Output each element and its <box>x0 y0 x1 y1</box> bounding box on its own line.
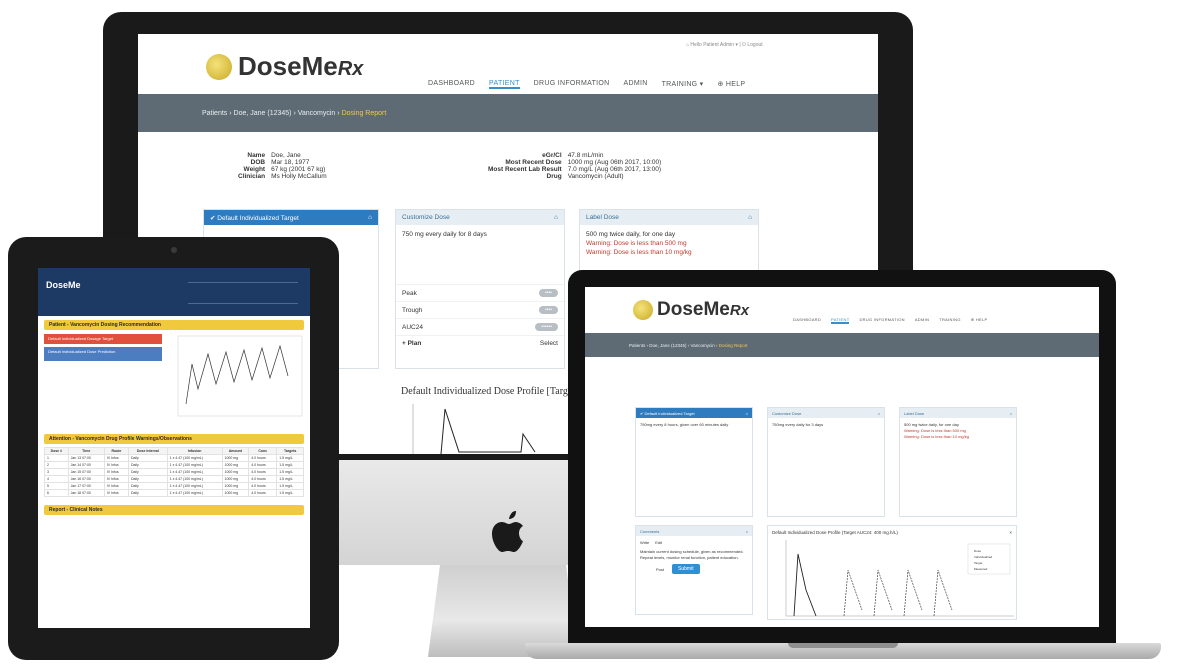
desktop-app-header: DoseMeRx ⌂ Hello Patient Admin ▾ | ⏻ Log… <box>138 34 878 94</box>
egfr-value: 47.8 mL/min <box>567 152 604 159</box>
profile-title: Default Individualized Dose Profile (Tar… <box>772 530 898 535</box>
trough-row: Trough •••• <box>396 301 564 318</box>
plan-button[interactable]: + Plan <box>402 340 421 347</box>
breadcrumb[interactable]: Patients › Doe, Jane (12345) › Vancomyci… <box>202 110 386 117</box>
laptop-opening-notch <box>788 643 898 648</box>
edit-pill[interactable]: •••••• <box>535 323 558 331</box>
laptop-app-header: DoseMeRx DASHBOARD PATIENT DRUG INFORMAT… <box>585 287 1099 333</box>
apple-logo-icon <box>492 511 523 552</box>
home-icon[interactable]: ⌂ <box>554 214 558 221</box>
table-row[interactable]: 5 Jan 17 07:00 IV Infus Daily 1 x 4.47 (100 … <box>44 482 304 490</box>
warning-text: Warning: Dose is less than 10 mg/kg <box>904 434 969 439</box>
device-mockup-scene: DoseMeRx ⌂ Hello Patient Admin ▾ | ⏻ Log… <box>0 0 1187 670</box>
tablet-patient-meta <box>188 282 298 304</box>
laptop-screen: DoseMeRx DASHBOARD PATIENT DRUG INFORMAT… <box>585 287 1099 627</box>
select-button[interactable]: Select <box>540 340 558 347</box>
laptop-customize-card: Customize Dose ⌂ 750mg every daily for 3 … <box>767 407 885 517</box>
nav-help[interactable]: ⊕ HELP <box>717 80 745 89</box>
close-icon[interactable]: × <box>1009 530 1012 535</box>
patient-summary-left: Name DOB Weight Clinician Doe, Jane Mar … <box>238 152 327 180</box>
user-menu[interactable]: ⌂ Hello Patient Admin ▾ | ⏻ Logout <box>686 42 763 48</box>
comment-tab-write[interactable]: Write <box>640 540 649 545</box>
dosemerx-logo[interactable]: DoseMeRx <box>633 299 749 321</box>
section-header: Attention - Vancomycin Drug Profile Warn… <box>44 434 304 444</box>
drug-value: Vancomycin (Adult) <box>567 173 624 180</box>
close-icon[interactable]: × <box>746 529 748 534</box>
chart-legend: Dose Individualized Target Measured <box>974 549 993 571</box>
submit-button[interactable]: Submit <box>672 564 700 574</box>
home-icon[interactable]: ⌂ <box>1010 411 1012 416</box>
nav-dashboard[interactable]: DASHBOARD <box>793 317 821 324</box>
tablet-screen: DoseMe Patient - Vancomycin Dosing Recom… <box>38 268 310 628</box>
nav-patient[interactable]: PATIENT <box>831 317 850 324</box>
laptop-main-nav: DASHBOARD PATIENT DRUG INFORMATION ADMIN… <box>793 317 987 324</box>
breadcrumb[interactable]: Patients › Doe, Jane (12345) › Vancomyci… <box>629 343 748 348</box>
nav-help[interactable]: ⊕ HELP <box>971 317 988 324</box>
recent-dose-value: 1000 mg (Aug 06th 2017, 10:00) <box>567 159 662 166</box>
warning-text: Warning: Dose is less than 10 mg/kg <box>586 249 692 256</box>
warning-text: Warning: Dose is less than 500 mg <box>586 240 687 247</box>
laptop-device: DoseMeRx DASHBOARD PATIENT DRUG INFORMAT… <box>568 270 1116 645</box>
red-banner: Default Individualized Dosage Target <box>44 334 162 344</box>
home-icon[interactable]: ⌂ <box>368 214 372 221</box>
laptop-target-card: ✔ Default Individualized Target ⌂ 750mg e… <box>635 407 753 517</box>
table-row[interactable]: 1 Jan 13 07:00 IV Infus Daily 1 x 4.47 (100 … <box>44 454 304 462</box>
auc-row: AUC24 •••••• <box>396 318 564 335</box>
tablet-chart <box>177 335 303 417</box>
table-row[interactable]: 2 Jan 14 07:00 IV Infus Daily 1 x 4.47 (100 … <box>44 461 304 469</box>
edit-pill[interactable]: •••• <box>538 306 558 314</box>
nav-drug-information[interactable]: DRUG INFORMATION <box>859 317 904 324</box>
recent-lab-value: 7.0 mg/L (Aug 06th 2017, 13:00) <box>567 166 662 173</box>
home-icon[interactable]: ⌂ <box>748 214 752 221</box>
patient-name: Doe, Jane <box>271 152 301 159</box>
desktop-main-nav: DASHBOARD PATIENT DRUG INFORMATION ADMIN… <box>428 80 745 89</box>
table-row[interactable]: 6 Jan 18 07:00 IV Infus Daily 1 x 4.47 (100 … <box>44 489 304 497</box>
comments-card: Comments × Write Edit Maintain current do… <box>635 525 753 615</box>
edit-pill[interactable]: •••• <box>538 289 558 297</box>
camera-icon <box>171 247 177 253</box>
comment-textarea[interactable]: Maintain current dosing schedule, given … <box>636 549 752 560</box>
tablet-header: DoseMe <box>38 268 310 316</box>
nav-patient[interactable]: PATIENT <box>489 80 520 89</box>
patient-weight: 67 kg (2001 67 kg) <box>271 166 326 173</box>
blue-banner: Default Individualized Dose Prediction <box>44 347 162 361</box>
logo-mark-icon <box>206 53 232 80</box>
tablet-logo: DoseMe <box>46 280 81 290</box>
patient-summary-right: eGr/Cl Most Recent Dose Most Recent Lab … <box>488 152 662 180</box>
nav-training[interactable]: TRAINING <box>939 317 961 324</box>
profile-title: Default Individualized Dose Profile [Tar… <box>401 386 568 397</box>
post-label[interactable]: Post <box>656 567 664 572</box>
peak-row: Peak •••• <box>396 284 564 301</box>
nav-drug-information[interactable]: DRUG INFORMATION <box>534 80 610 89</box>
nav-training[interactable]: TRAINING ▾ <box>662 80 704 89</box>
section-header: Patient - Vancomycin Dosing Recommendati… <box>44 320 304 330</box>
nav-admin[interactable]: ADMIN <box>624 80 648 89</box>
logo-mark-icon <box>633 300 653 320</box>
comment-tab-edit[interactable]: Edit <box>655 540 662 545</box>
table-row[interactable]: 4 Jan 16 07:00 IV Infus Daily 1 x 4.47 (100 … <box>44 475 304 483</box>
section-header: Report - Clinical Notes <box>44 505 304 515</box>
breadcrumb-bar: Patients › Doe, Jane (12345) › Vancomyci… <box>585 333 1099 357</box>
dose-history-table: Dose # Time Route Dose Interval Infusion Amou… <box>44 447 304 497</box>
table-header-row: Dose # Time Route Dose Interval Infusion Amou… <box>44 447 304 455</box>
tablet-device: DoseMe Patient - Vancomycin Dosing Recom… <box>8 237 339 660</box>
laptop-label-card: Label Dose ⌂ 500 mg twice daily, for one … <box>899 407 1017 517</box>
patient-clinician: Ms Holly McCallum <box>271 173 327 180</box>
customize-dose-card: Customize Dose ⌂ 750 mg every daily for 8… <box>395 209 565 369</box>
label-dose-card: Label Dose ⌂ 500 mg twice daily, for one … <box>579 209 759 279</box>
dosemerx-logo[interactable]: DoseMeRx <box>206 51 363 82</box>
home-icon[interactable]: ⌂ <box>746 411 748 416</box>
breadcrumb-bar: Patients › Doe, Jane (12345) › Vancomyci… <box>138 94 878 132</box>
dose-profile-card: Default Individualized Dose Profile (Tar… <box>767 525 1017 620</box>
nav-admin[interactable]: ADMIN <box>915 317 929 324</box>
patient-dob: Mar 18, 1977 <box>271 159 310 166</box>
home-icon[interactable]: ⌂ <box>878 411 880 416</box>
table-row[interactable]: 3 Jan 15 07:00 IV Infus Daily 1 x 4.47 (100 … <box>44 468 304 476</box>
nav-dashboard[interactable]: DASHBOARD <box>428 80 475 89</box>
